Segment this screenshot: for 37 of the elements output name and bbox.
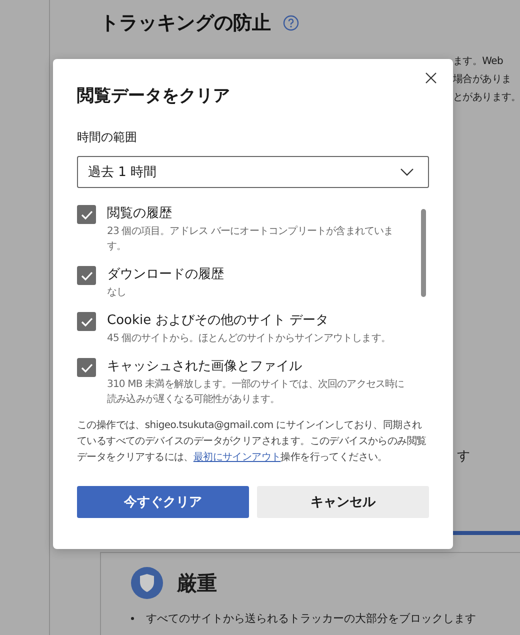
chevron-down-icon bbox=[400, 168, 414, 176]
dialog-title: 閲覧データをクリア bbox=[77, 85, 231, 107]
checkbox[interactable] bbox=[77, 358, 96, 377]
checkbox-label: キャッシュされた画像とファイル bbox=[107, 358, 303, 375]
clear-now-button[interactable]: 今すぐクリア bbox=[77, 486, 249, 518]
card-title: 厳重 bbox=[177, 570, 217, 596]
scrollbar-thumb[interactable] bbox=[421, 209, 426, 297]
notice-text: この操作では、shigeo.tsukuta@gmail.com にサインインしており、同期されているすべてのデバイスのデータがクリアされます。このデバイスからのみ閲覧データをクリアするには、最初にサインアウト操作を行ってください。 bbox=[77, 418, 428, 465]
checkmark-icon bbox=[80, 362, 92, 372]
close-icon[interactable] bbox=[425, 72, 437, 84]
description-text: す bbox=[457, 448, 470, 465]
cancel-button[interactable]: キャンセル bbox=[257, 486, 429, 518]
checkmark-icon bbox=[80, 316, 92, 326]
checkbox[interactable] bbox=[77, 312, 96, 331]
help-icon[interactable] bbox=[283, 15, 299, 31]
description-text: とがあります。 bbox=[453, 91, 520, 104]
sign-out-link[interactable]: 最初にサインアウト bbox=[193, 452, 281, 463]
bullet-icon bbox=[131, 617, 134, 620]
item-description: なし bbox=[107, 286, 128, 300]
description-text: ます。Web bbox=[453, 55, 504, 68]
time-range-dropdown[interactable]: 過去 1 時間 bbox=[77, 156, 429, 188]
checkbox-label: 閲覧の履歴 bbox=[107, 205, 173, 222]
shield-icon bbox=[131, 567, 163, 599]
checkmark-icon bbox=[80, 210, 92, 220]
item-description: 23 個の項目。アドレス バーにオートコンプリートが含まれています。 bbox=[107, 224, 394, 254]
field-label: 時間の範囲 bbox=[77, 129, 138, 146]
checkbox-label: Cookie およびその他のサイト データ bbox=[107, 312, 330, 329]
item-description: 310 MB 未満を解放します。一部のサイトでは、次回のアクセス時に読み込みが遅くなる可能性があります。 bbox=[107, 378, 406, 407]
checkmark-icon bbox=[80, 270, 92, 280]
checkbox-label: ダウンロードの履歴 bbox=[107, 266, 224, 283]
item-description: 45 個のサイトから。ほとんどのサイトからサインアウトします。 bbox=[107, 332, 391, 346]
checkbox[interactable] bbox=[77, 266, 96, 285]
bullet-text: すべてのサイトから送られるトラッカーの大部分をブロックします bbox=[146, 611, 476, 626]
section-heading: トラッキングの防止 bbox=[100, 11, 271, 36]
description-text: 場合がありま bbox=[453, 73, 512, 86]
strict-card[interactable]: 厳重 すべてのサイトから送られるトラッカーの大部分をブロックします bbox=[100, 552, 520, 635]
checkbox[interactable] bbox=[77, 205, 96, 224]
